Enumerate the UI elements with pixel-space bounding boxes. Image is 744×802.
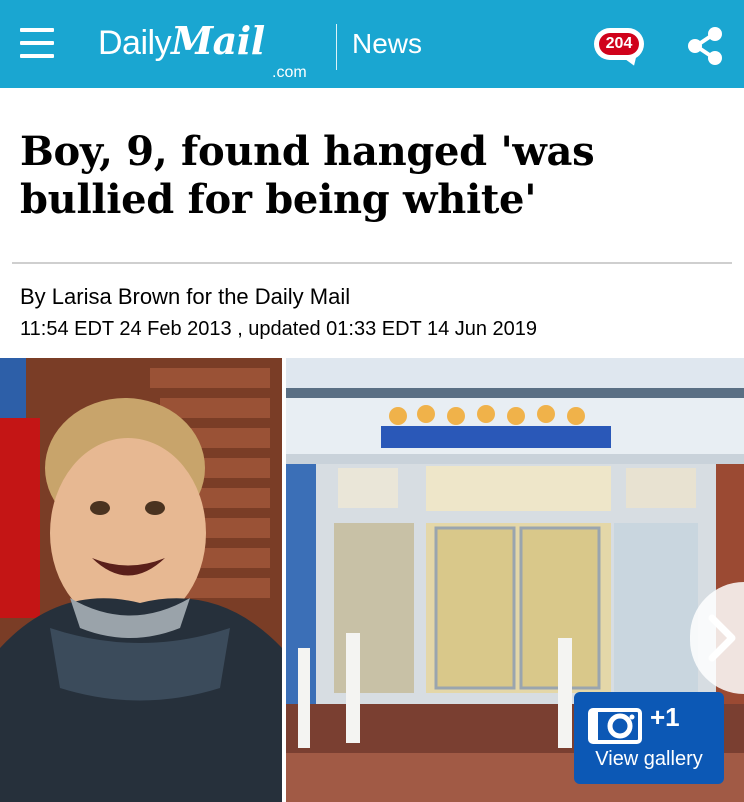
comments-button[interactable]: 204 [594, 28, 644, 69]
header-divider [336, 24, 337, 70]
view-gallery-button[interactable]: +1 View gallery [574, 692, 724, 784]
menu-icon[interactable] [20, 28, 54, 60]
article-dateline: 11:54 EDT 24 Feb 2013 , updated 01:33 ED… [20, 318, 538, 340]
article-headline: Boy, 9, found hanged 'was bullied for be… [20, 128, 595, 223]
gallery-count: +1 [650, 702, 680, 732]
headline-divider [12, 262, 732, 264]
article-image-boy[interactable] [0, 358, 282, 802]
article-byline[interactable]: By Larisa Brown for the Daily Mail [20, 284, 350, 310]
chevron-right-icon [708, 614, 736, 662]
gallery-label: View gallery [595, 748, 703, 770]
camera-icon [588, 708, 642, 744]
site-logo[interactable]: DailyMail [98, 18, 265, 63]
logo-domain-text: .com [272, 64, 307, 81]
logo-daily-text: Daily [98, 24, 172, 62]
top-bar: DailyMail .com News 204 [0, 0, 744, 88]
logo-mail-text: Mail [171, 18, 265, 63]
next-image-button[interactable] [690, 582, 744, 694]
comment-count-badge: 204 [599, 33, 639, 55]
share-icon[interactable] [684, 24, 728, 68]
section-title[interactable]: News [352, 28, 422, 60]
